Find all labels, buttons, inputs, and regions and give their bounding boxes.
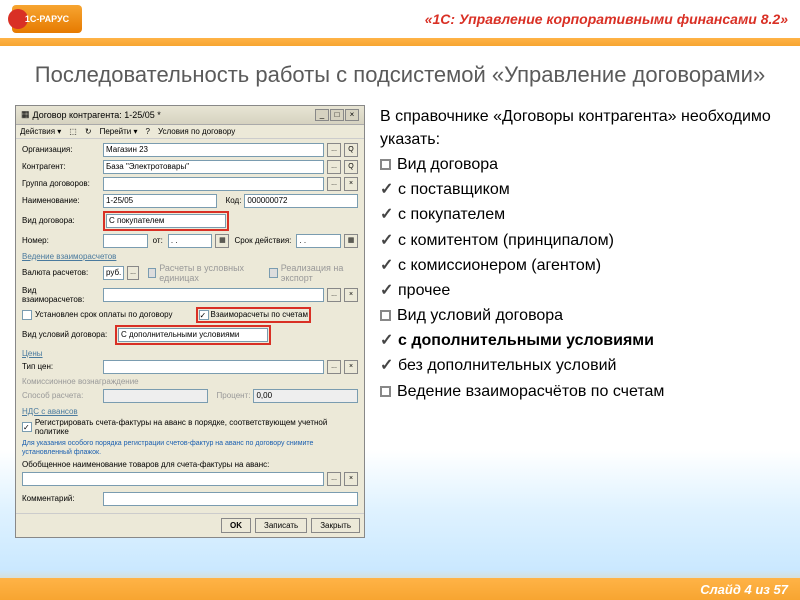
code-input[interactable]: 000000072 bbox=[244, 194, 358, 208]
condtype-label: Вид условий договора: bbox=[22, 330, 112, 339]
chk-export[interactable] bbox=[269, 268, 277, 278]
date-picker-1[interactable]: ▦ bbox=[215, 234, 229, 248]
group-label: Группа договоров: bbox=[22, 179, 100, 188]
check-icon: ✓ bbox=[380, 254, 394, 277]
contr-input[interactable]: База "Электротовары" bbox=[103, 160, 324, 174]
slide-title: Последовательность работы с подсистемой … bbox=[0, 61, 800, 105]
org-lookup[interactable]: ... bbox=[327, 143, 341, 157]
section-prices: Цены bbox=[22, 349, 358, 358]
contr-label: Контрагент: bbox=[22, 162, 100, 171]
curr-label: Валюта расчетов: bbox=[22, 268, 100, 277]
gen-lookup[interactable]: ... bbox=[327, 472, 341, 486]
gen-name-input[interactable] bbox=[22, 472, 324, 486]
org-label: Организация: bbox=[22, 145, 100, 154]
group-input[interactable] bbox=[103, 177, 324, 191]
num-input[interactable] bbox=[103, 234, 148, 248]
logo: 1С-РАРУС bbox=[12, 5, 82, 33]
toolbar: Действия ▾ ⬚ ↻ Перейти ▾ ? Условия по до… bbox=[16, 125, 364, 139]
price-lookup[interactable]: ... bbox=[327, 360, 341, 374]
org-open[interactable]: Q bbox=[344, 143, 358, 157]
minimize-button[interactable]: _ bbox=[315, 109, 329, 121]
org-input[interactable]: Магазин 23 bbox=[103, 143, 324, 157]
window-title: Договор контрагента: 1-25/05 * bbox=[33, 110, 161, 120]
actions-menu[interactable]: Действия ▾ bbox=[20, 127, 61, 136]
divider-bar bbox=[0, 38, 800, 46]
top-bar: 1С-РАРУС «1С: Управление корпоративными … bbox=[0, 0, 800, 38]
comment-label: Комментарий: bbox=[22, 494, 100, 503]
chk-accounts[interactable]: ✓ bbox=[199, 310, 209, 320]
group-lookup[interactable]: ... bbox=[327, 177, 341, 191]
close-button[interactable]: × bbox=[345, 109, 359, 121]
tb-icon-2[interactable]: ↻ bbox=[85, 127, 92, 136]
chk-conditional[interactable] bbox=[148, 268, 156, 278]
doc-icon: ▦ bbox=[21, 109, 30, 120]
bullet-square-icon bbox=[380, 386, 391, 397]
tb-icon-1[interactable]: ⬚ bbox=[69, 127, 77, 136]
price-clear[interactable]: × bbox=[344, 360, 358, 374]
contr-lookup[interactable]: ... bbox=[327, 160, 341, 174]
gen-name-label: Обобщенное наименование товаров для счет… bbox=[22, 460, 358, 469]
chk-invoice[interactable]: ✓ bbox=[22, 422, 32, 432]
intro-text: В справочнике «Договоры контрагента» нео… bbox=[380, 105, 785, 151]
check-icon: ✓ bbox=[380, 229, 394, 252]
ok-button[interactable]: OK bbox=[221, 518, 251, 533]
settl-input[interactable] bbox=[103, 288, 324, 302]
calc-input bbox=[103, 389, 208, 403]
gen-clear[interactable]: × bbox=[344, 472, 358, 486]
name-input[interactable]: 1-25/05 bbox=[103, 194, 217, 208]
type-label: Вид договора: bbox=[22, 216, 100, 225]
curr-input[interactable]: руб. bbox=[103, 266, 124, 280]
settl-lookup[interactable]: ... bbox=[327, 288, 341, 302]
maximize-button[interactable]: □ bbox=[330, 109, 344, 121]
check-icon: ✓ bbox=[380, 178, 394, 201]
app-window: ▦Договор контрагента: 1-25/05 * _ □ × Де… bbox=[15, 105, 365, 538]
calc-label: Способ расчета: bbox=[22, 391, 100, 400]
section-commission: Комиссионное вознаграждение bbox=[22, 377, 358, 386]
num-label: Номер: bbox=[22, 236, 100, 245]
product-title: «1С: Управление корпоративными финансами… bbox=[425, 11, 788, 27]
condtype-input[interactable]: С дополнительными условиями bbox=[118, 328, 268, 342]
name-label: Наименование: bbox=[22, 196, 100, 205]
bullet-square-icon bbox=[380, 310, 391, 321]
explanation-text: В справочнике «Договоры контрагента» нео… bbox=[380, 105, 785, 538]
conditions-button[interactable]: Условия по договору bbox=[158, 127, 235, 136]
check-icon: ✓ bbox=[380, 203, 394, 226]
comment-input[interactable] bbox=[103, 492, 358, 506]
percent-input: 0,00 bbox=[253, 389, 358, 403]
type-input[interactable]: С покупателем bbox=[106, 214, 226, 228]
check-icon: ✓ bbox=[380, 279, 394, 302]
contr-open[interactable]: Q bbox=[344, 160, 358, 174]
section-vat: НДС с авансов bbox=[22, 407, 358, 416]
group-clear[interactable]: × bbox=[344, 177, 358, 191]
check-icon: ✓ bbox=[380, 354, 394, 377]
window-titlebar: ▦Договор контрагента: 1-25/05 * _ □ × bbox=[16, 106, 364, 125]
from-input[interactable]: . . bbox=[168, 234, 213, 248]
footer-bar bbox=[0, 578, 800, 600]
settl-clear[interactable]: × bbox=[344, 288, 358, 302]
pricetype-input[interactable] bbox=[103, 360, 324, 374]
check-icon: ✓ bbox=[380, 329, 394, 352]
bullet-square-icon bbox=[380, 159, 391, 170]
curr-lookup[interactable]: ... bbox=[127, 266, 139, 280]
date-picker-2[interactable]: ▦ bbox=[344, 234, 358, 248]
pricetype-label: Тип цен: bbox=[22, 362, 100, 371]
slide-number: Слайд 4 из 57 bbox=[700, 582, 788, 597]
code-label: Код: bbox=[226, 196, 242, 205]
close-form-button[interactable]: Закрыть bbox=[311, 518, 360, 533]
goto-menu[interactable]: Перейти ▾ bbox=[100, 127, 138, 136]
chk-deadline[interactable] bbox=[22, 310, 32, 320]
section-settlements: Ведение взаиморасчетов bbox=[22, 252, 358, 261]
term-input[interactable]: . . bbox=[296, 234, 341, 248]
note-text: Для указания особого порядка регистрации… bbox=[22, 439, 358, 457]
help-icon[interactable]: ? bbox=[146, 127, 150, 136]
save-button[interactable]: Записать bbox=[255, 518, 307, 533]
settl-label: Вид взаиморасчетов: bbox=[22, 286, 100, 304]
